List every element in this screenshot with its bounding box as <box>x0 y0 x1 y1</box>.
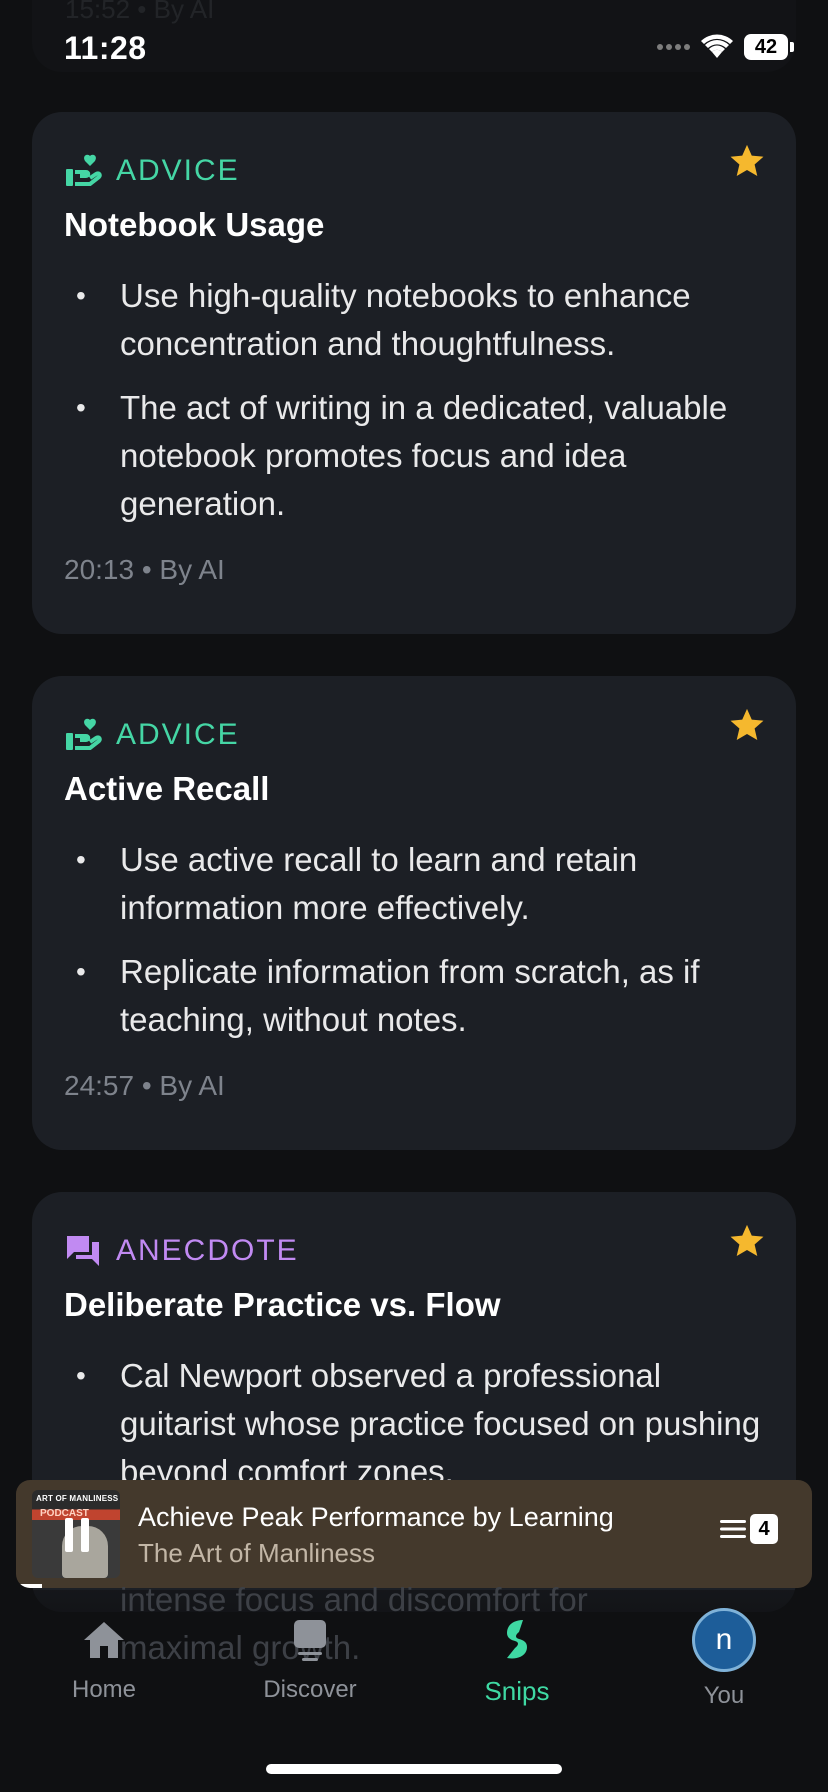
snip-tag: ANECDOTE <box>64 1232 299 1270</box>
snip-meta: 20:13 • By AI <box>64 554 225 585</box>
snips-icon <box>507 1620 527 1659</box>
artwork-title: ART OF MANLINESS <box>36 1494 119 1503</box>
star-icon[interactable] <box>728 1222 766 1260</box>
screen: 15:52 • By AI 11:28 42 ADVICE Notebook U… <box>0 0 828 1792</box>
hand-heart-icon <box>66 718 102 750</box>
star-icon[interactable] <box>728 142 766 180</box>
snip-tag: ADVICE <box>64 152 240 190</box>
snip-tag-label: ANECDOTE <box>116 1234 299 1267</box>
hand-heart-icon <box>66 154 102 186</box>
snip-tag-label: ADVICE <box>116 718 240 751</box>
snip-bullets: Use active recall to learn and retain in… <box>64 836 766 1060</box>
snip-card-notebook-usage[interactable]: ADVICE Notebook Usage Use high-quality n… <box>32 112 796 634</box>
snip-title: Notebook Usage <box>64 206 325 243</box>
snip-tag: ADVICE <box>64 716 240 754</box>
snip-meta: 24:57 • By AI <box>64 1070 225 1101</box>
tab-label: You <box>703 1682 745 1709</box>
battery-level: 42 <box>744 34 788 60</box>
mini-player[interactable]: ART OF MANLINESS PODCAST Achieve Peak Pe… <box>16 1480 812 1588</box>
playback-progress <box>16 1584 42 1588</box>
snip-bullet: Cal Newport observed a professional guit… <box>64 1352 766 1496</box>
chat-bubbles-icon <box>67 1236 99 1266</box>
previous-snip-meta: 15:52 • By AI <box>65 0 215 24</box>
tab-discover[interactable]: Discover <box>230 1616 390 1704</box>
star-icon[interactable] <box>728 706 766 744</box>
episode-title: Achieve Peak Performance by Learning <box>138 1502 614 1532</box>
pause-icon[interactable] <box>62 1518 92 1552</box>
snip-bullet: Use active recall to learn and retain in… <box>64 836 766 932</box>
tab-home[interactable]: Home <box>24 1616 184 1704</box>
queue-list-icon <box>720 1520 746 1538</box>
snip-bullet: The act of writing in a dedicated, valua… <box>64 384 766 528</box>
avatar: n <box>692 1608 756 1672</box>
snip-bullets: Use high-quality notebooks to enhance co… <box>64 272 766 544</box>
home-indicator <box>266 1764 562 1774</box>
queue-count-badge: 4 <box>750 1514 778 1544</box>
status-time: 11:28 <box>64 30 147 66</box>
cellular-signal-icon <box>657 44 690 50</box>
status-indicators: 42 <box>657 34 794 60</box>
tab-bar: intense focus and discomfort for maximal… <box>0 1581 828 1792</box>
tab-label: Home <box>71 1676 137 1703</box>
tab-label: Snips <box>484 1676 550 1706</box>
snip-bullet: Use high-quality notebooks to enhance co… <box>64 272 766 368</box>
home-icon <box>84 1622 124 1658</box>
snip-card-active-recall[interactable]: ADVICE Active Recall Use active recall t… <box>32 676 796 1150</box>
tab-snips[interactable]: Snips <box>437 1616 597 1707</box>
snip-title: Deliberate Practice vs. Flow <box>64 1286 501 1323</box>
show-name: The Art of Manliness <box>138 1538 375 1568</box>
queue-button[interactable]: 4 <box>720 1514 778 1544</box>
snip-tag-label: ADVICE <box>116 154 240 187</box>
battery-icon: 42 <box>744 34 794 60</box>
tab-you[interactable]: n You <box>644 1608 804 1710</box>
tab-label: Discover <box>263 1676 357 1703</box>
discover-icon <box>294 1620 326 1661</box>
wifi-icon <box>701 34 733 58</box>
snip-bullet: Replicate information from scratch, as i… <box>64 948 766 1044</box>
snip-title: Active Recall <box>64 770 270 807</box>
